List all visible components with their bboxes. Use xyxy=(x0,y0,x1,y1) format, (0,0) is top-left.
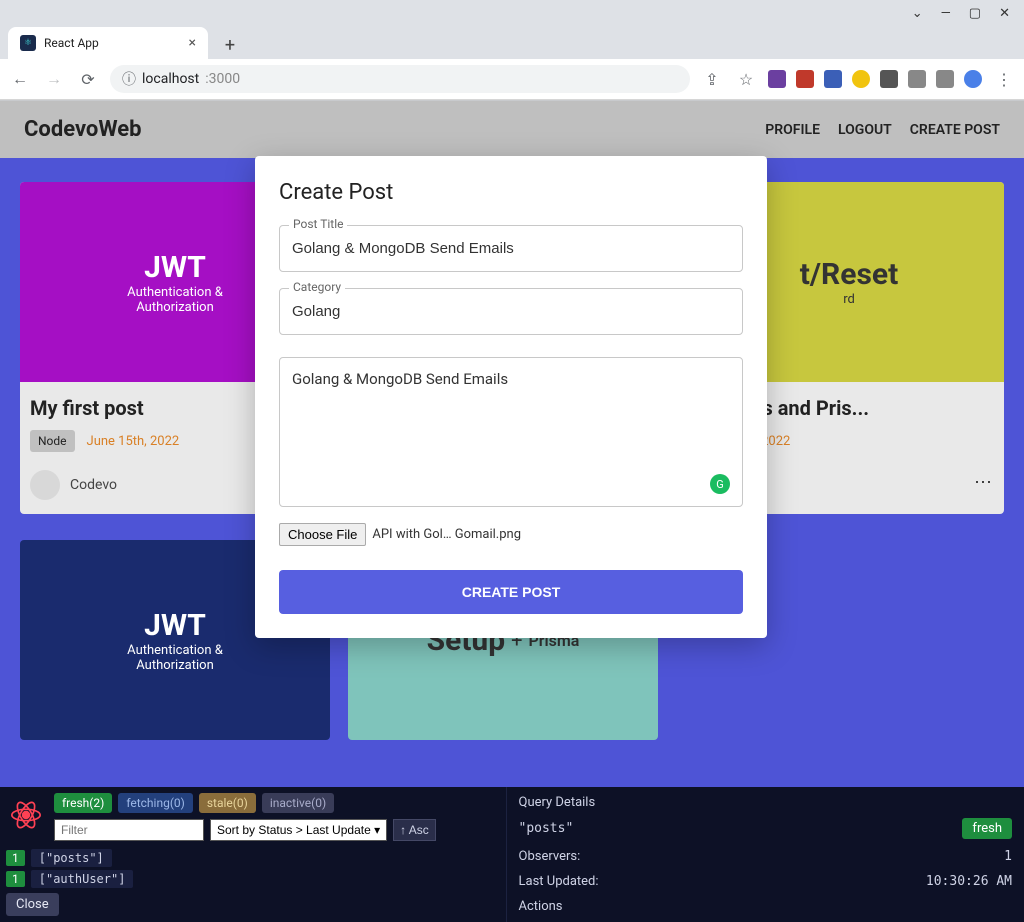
observers-value: 1 xyxy=(1004,849,1012,864)
post-title-input[interactable] xyxy=(279,225,743,272)
post-date: June 15th, 2022 xyxy=(87,434,180,449)
query-row[interactable]: 1 ["posts"] xyxy=(6,849,500,867)
query-count: 1 xyxy=(6,871,25,887)
url-port: :3000 xyxy=(205,71,240,87)
new-tab-button[interactable]: + xyxy=(216,31,244,59)
nav-logout[interactable]: LOGOUT xyxy=(838,122,892,138)
app-header: CodevoWeb PROFILE LOGOUT CREATE POST xyxy=(0,101,1024,158)
tab-title: React App xyxy=(44,36,99,50)
window-minimize-button[interactable]: — xyxy=(941,6,951,21)
actions-heading: Actions xyxy=(519,899,1013,914)
choose-file-button[interactable]: Choose File xyxy=(279,523,366,546)
extensions-menu-icon[interactable] xyxy=(880,70,898,88)
sort-select[interactable]: Sort by Status > Last Update ▾ xyxy=(210,819,387,841)
info-icon: ⓘ xyxy=(122,69,136,89)
fresh-badge[interactable]: fresh(2) xyxy=(54,793,112,813)
image-text: JWT xyxy=(144,250,206,285)
nav-create-post[interactable]: CREATE POST xyxy=(910,122,1000,138)
image-text: Authentication & xyxy=(127,643,223,658)
extension-icon[interactable] xyxy=(796,70,814,88)
extension-icon[interactable] xyxy=(824,70,842,88)
window-maximize-button[interactable]: ▢ xyxy=(969,6,981,21)
url-host: localhost xyxy=(142,71,199,87)
query-key: ["authUser"] xyxy=(31,870,134,888)
devtools-close-button[interactable]: Close xyxy=(6,893,59,916)
more-menu-icon[interactable]: ⋮ xyxy=(992,67,1016,91)
avatar xyxy=(30,470,60,500)
modal-heading: Create Post xyxy=(279,180,743,205)
image-text: Authorization xyxy=(136,300,214,315)
image-text: t/Reset xyxy=(800,257,898,292)
share-icon[interactable]: ⇪ xyxy=(700,67,724,91)
favicon-icon: ⚛ xyxy=(20,35,36,51)
post-tag: Node xyxy=(30,430,75,452)
tab-close-icon[interactable]: × xyxy=(189,35,196,51)
brand-logo[interactable]: CodevoWeb xyxy=(24,117,142,142)
textarea-content: Golang & MongoDB Send Emails xyxy=(292,370,508,388)
extension-icon[interactable] xyxy=(768,70,786,88)
address-bar[interactable]: ⓘ localhost :3000 xyxy=(110,65,690,93)
query-row[interactable]: 1 ["authUser"] xyxy=(6,870,500,888)
content-textarea[interactable]: Golang & MongoDB Send Emails G xyxy=(279,357,743,507)
observers-label: Observers: xyxy=(519,849,581,864)
asc-toggle[interactable]: ↑ Asc xyxy=(393,819,436,841)
react-query-devtools: fresh(2) fetching(0) stale(0) inactive(0… xyxy=(0,787,1024,922)
category-input[interactable] xyxy=(279,288,743,335)
filter-input[interactable] xyxy=(54,819,204,841)
labs-icon[interactable] xyxy=(908,70,926,88)
extensions-area xyxy=(768,70,982,88)
window-close-button[interactable]: ✕ xyxy=(999,6,1010,21)
browser-tab[interactable]: ⚛ React App × xyxy=(8,27,208,59)
profile-icon[interactable] xyxy=(964,70,982,88)
chevron-down-icon[interactable]: ⌄ xyxy=(912,6,923,21)
inactive-badge[interactable]: inactive(0) xyxy=(262,793,334,813)
author-name: Codevo xyxy=(70,477,117,493)
post-title-label: Post Title xyxy=(289,217,347,231)
image-text: JWT xyxy=(144,608,206,643)
nav-profile[interactable]: PROFILE xyxy=(765,122,820,138)
react-query-logo-icon[interactable] xyxy=(6,795,46,835)
grammarly-icon[interactable]: G xyxy=(710,474,730,494)
create-post-submit-button[interactable]: CREATE POST xyxy=(279,570,743,614)
file-name-text: API with Gol… Gomail.png xyxy=(372,527,521,542)
image-text: Authorization xyxy=(136,658,214,673)
image-text: rd xyxy=(843,292,855,307)
side-panel-icon[interactable] xyxy=(936,70,954,88)
browser-chrome: ⌄ — ▢ ✕ ⚛ React App × + ← → ⟳ ⓘ localhos… xyxy=(0,0,1024,101)
fetching-badge[interactable]: fetching(0) xyxy=(118,793,193,813)
forward-button[interactable]: → xyxy=(42,67,66,91)
query-key-value: "posts" xyxy=(519,821,574,836)
more-icon[interactable]: ⋯ xyxy=(974,472,994,493)
stale-badge[interactable]: stale(0) xyxy=(199,793,256,813)
category-label: Category xyxy=(289,280,345,294)
extension-icon[interactable] xyxy=(852,70,870,88)
query-details-heading: Query Details xyxy=(519,795,1013,810)
image-text: Authentication & xyxy=(127,285,223,300)
query-count: 1 xyxy=(6,850,25,866)
bookmark-icon[interactable]: ☆ xyxy=(734,67,758,91)
reload-button[interactable]: ⟳ xyxy=(76,67,100,91)
back-button[interactable]: ← xyxy=(8,67,32,91)
last-updated-label: Last Updated: xyxy=(519,874,599,889)
status-pill: fresh xyxy=(962,818,1012,839)
query-key: ["posts"] xyxy=(31,849,112,867)
create-post-modal: Create Post Post Title Category Golang &… xyxy=(255,156,767,638)
last-updated-value: 10:30:26 AM xyxy=(926,874,1012,889)
